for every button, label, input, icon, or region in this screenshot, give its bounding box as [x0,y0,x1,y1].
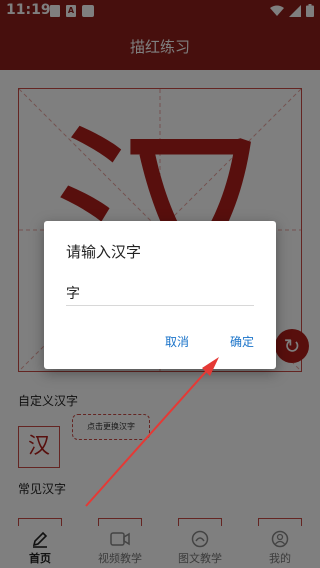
dialog-title: 请输入汉字 [66,243,142,261]
cancel-button[interactable]: 取消 [165,333,189,350]
confirm-button[interactable]: 确定 [230,333,254,350]
input-dialog: 请输入汉字 取消 确定 [44,221,276,369]
character-input[interactable] [66,281,254,306]
